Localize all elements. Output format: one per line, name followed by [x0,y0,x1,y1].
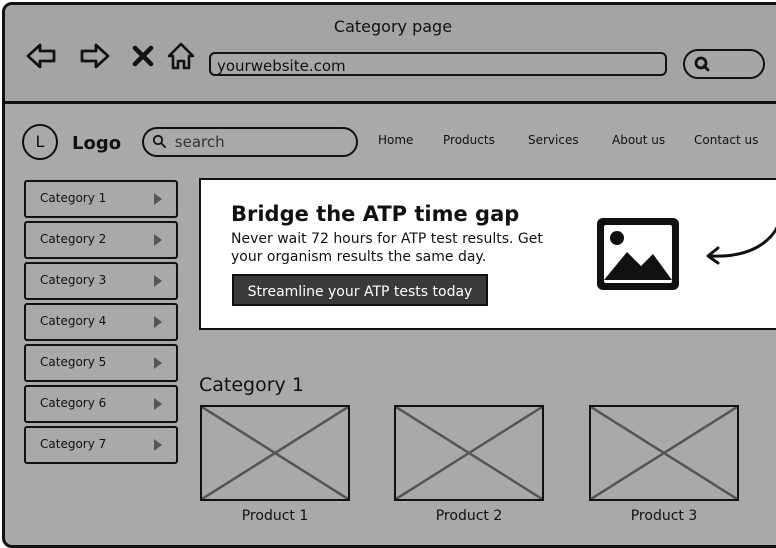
back-arrow-icon[interactable] [25,41,57,71]
chevron-right-icon [154,357,162,369]
nav-contact-us[interactable]: Contact us [694,133,758,147]
hero-banner: Bridge the ATP time gap Never wait 72 ho… [199,178,776,330]
nav-about-us[interactable]: About us [612,133,665,147]
sidebar-item-category-4[interactable]: Category 4 [24,303,178,341]
product-image-placeholder[interactable] [394,405,544,501]
sidebar-item-label: Category 2 [40,232,107,246]
site-search-input[interactable]: search [142,127,358,157]
sidebar-item-category-3[interactable]: Category 3 [24,262,178,300]
logo-mark[interactable]: L [22,124,58,160]
browser-search-box[interactable] [683,49,765,79]
sidebar-item-label: Category 1 [40,191,107,205]
nav-services[interactable]: Services [528,133,579,147]
logo-text[interactable]: Logo [72,133,121,154]
product-image-placeholder[interactable] [589,405,739,501]
cta-button[interactable]: Streamline your ATP tests today [232,274,488,306]
search-icon [694,56,710,72]
product-label-1[interactable]: Product 1 [200,508,350,524]
sidebar-item-label: Category 7 [40,437,107,451]
sidebar-item-category-7[interactable]: Category 7 [24,426,178,464]
sidebar-item-label: Category 4 [40,314,107,328]
chevron-right-icon [154,234,162,246]
chevron-right-icon [154,316,162,328]
sidebar-item-category-6[interactable]: Category 6 [24,385,178,423]
banner-text: Never wait 72 hours for ATP test results… [231,231,543,265]
image-icon [597,218,679,290]
window-title: Category page [333,17,453,36]
product-label-2[interactable]: Product 2 [394,508,544,524]
banner-title: Bridge the ATP time gap [231,202,520,226]
nav-home[interactable]: Home [378,133,413,147]
home-icon[interactable] [165,41,197,71]
sidebar-item-label: Category 5 [40,355,107,369]
sidebar-item-label: Category 3 [40,273,107,287]
product-label-3[interactable]: Product 3 [589,508,739,524]
sidebar-item-category-2[interactable]: Category 2 [24,221,178,259]
chevron-right-icon [154,275,162,287]
search-icon [152,133,171,151]
browser-chrome: Category page yourwebsite.com [5,5,776,104]
sidebar-item-label: Category 6 [40,396,107,410]
url-bar[interactable]: yourwebsite.com [209,52,667,76]
search-placeholder: search [174,133,225,151]
section-title: Category 1 [199,374,304,396]
category-sidebar: Category 1 Category 2 Category 3 Categor… [24,180,178,467]
chevron-right-icon [154,193,162,205]
nav-products[interactable]: Products [443,133,495,147]
chevron-right-icon [154,439,162,451]
close-icon[interactable] [129,41,157,71]
sidebar-item-category-1[interactable]: Category 1 [24,180,178,218]
arrow-annotation-icon [706,226,776,265]
sidebar-item-category-5[interactable]: Category 5 [24,344,178,382]
forward-arrow-icon[interactable] [79,41,111,71]
chevron-right-icon [154,398,162,410]
product-image-placeholder[interactable] [200,405,350,501]
